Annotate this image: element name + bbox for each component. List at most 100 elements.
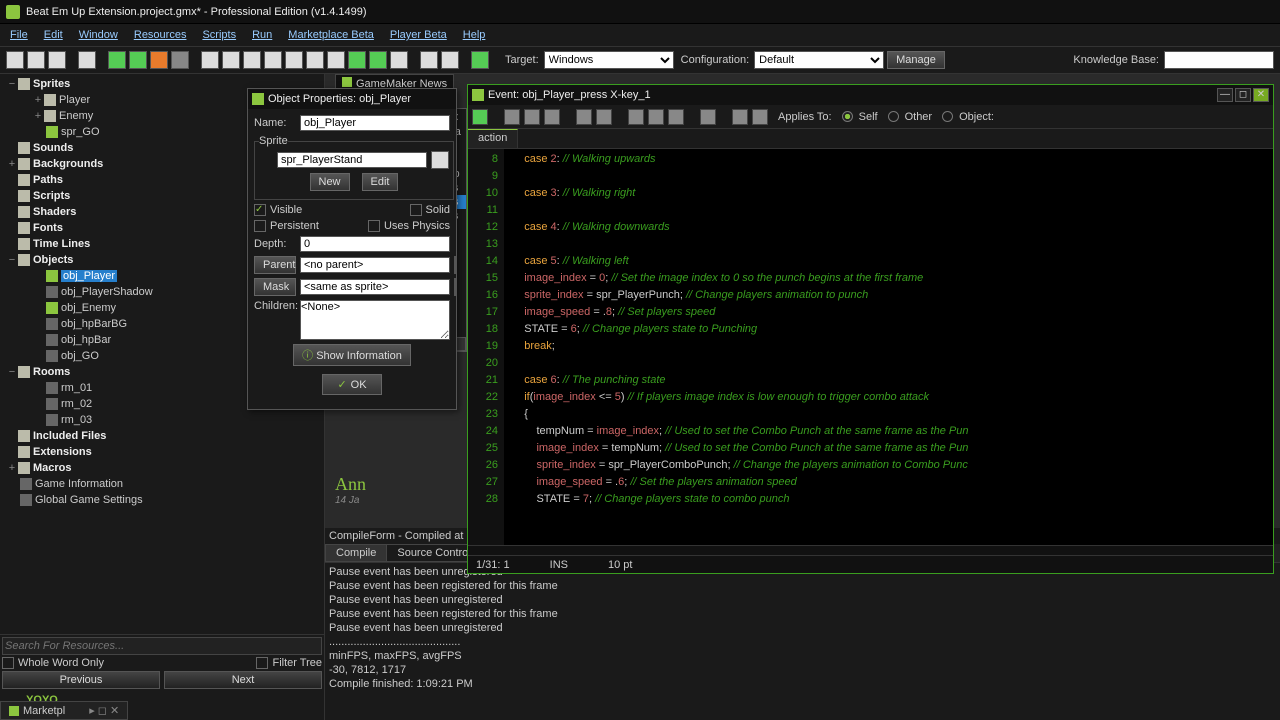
target-select[interactable]: Windows: [544, 51, 674, 69]
physics-check[interactable]: [368, 220, 380, 232]
mask-input[interactable]: [300, 279, 450, 295]
parent-button[interactable]: Parent: [254, 256, 296, 274]
tree-ggs[interactable]: Global Game Settings: [35, 494, 143, 506]
copy-icon[interactable]: [648, 109, 664, 125]
whole-word-check[interactable]: [2, 657, 14, 669]
filter-tree-check[interactable]: [256, 657, 268, 669]
sprite-input[interactable]: [277, 152, 427, 168]
menu-window[interactable]: Window: [73, 27, 124, 43]
export-icon[interactable]: [78, 51, 96, 69]
tree-item[interactable]: rm_01: [61, 382, 92, 394]
tree-item[interactable]: obj_GO: [61, 350, 99, 362]
tb-icon[interactable]: [222, 51, 240, 69]
tree-item[interactable]: obj_hpBarBG: [61, 318, 127, 330]
debug-icon[interactable]: [129, 51, 147, 69]
tree-backgrounds[interactable]: Backgrounds: [33, 158, 103, 170]
tree-item[interactable]: Player: [59, 94, 90, 106]
menu-player[interactable]: Player Beta: [384, 27, 453, 43]
parent-input[interactable]: [300, 257, 450, 273]
save-icon[interactable]: [524, 109, 540, 125]
tree-objects[interactable]: Objects: [33, 254, 73, 266]
tree-included[interactable]: Included Files: [33, 430, 106, 442]
tb-icon[interactable]: [369, 51, 387, 69]
save-icon[interactable]: [48, 51, 66, 69]
mask-button[interactable]: Mask: [254, 278, 296, 296]
menu-resources[interactable]: Resources: [128, 27, 193, 43]
tree-shaders[interactable]: Shaders: [33, 206, 76, 218]
tree-sprites[interactable]: Sprites: [33, 78, 70, 90]
code-text[interactable]: case 2: // Walking upwards case 3: // Wa…: [504, 149, 1273, 545]
tree-macros[interactable]: Macros: [33, 462, 72, 474]
tree-item[interactable]: obj_PlayerShadow: [61, 286, 153, 298]
tab-action[interactable]: action: [468, 129, 518, 148]
code-body[interactable]: 8910111213141516171819202122232425262728…: [468, 149, 1273, 545]
tree-item[interactable]: obj_Enemy: [61, 302, 116, 314]
persistent-check[interactable]: [254, 220, 266, 232]
sprite-browse-icon[interactable]: [431, 151, 449, 169]
solid-check[interactable]: [410, 204, 422, 216]
confirm-icon[interactable]: [472, 109, 488, 125]
tb-icon[interactable]: [243, 51, 261, 69]
compile-log[interactable]: Pause event has been unregistered Pause …: [325, 563, 1280, 693]
tb-icon[interactable]: [348, 51, 366, 69]
snippet-icon[interactable]: [752, 109, 768, 125]
menu-marketplace[interactable]: Marketplace Beta: [282, 27, 380, 43]
config-select[interactable]: Default: [754, 51, 884, 69]
paste-icon[interactable]: [668, 109, 684, 125]
object-properties-window[interactable]: Object Properties: obj_Player Name: Spri…: [247, 88, 457, 410]
tree-gameinfo[interactable]: Game Information: [35, 478, 123, 490]
prev-button[interactable]: Previous: [2, 671, 160, 689]
tree-timelines[interactable]: Time Lines: [33, 238, 90, 250]
children-list[interactable]: <None>: [300, 300, 450, 340]
tree-item[interactable]: spr_GO: [61, 126, 100, 138]
cut-icon[interactable]: [628, 109, 644, 125]
clean-icon[interactable]: [171, 51, 189, 69]
show-info-button[interactable]: ⓘ Show Information: [293, 344, 411, 366]
kb-input[interactable]: [1164, 51, 1274, 69]
tree-item[interactable]: rm_02: [61, 398, 92, 410]
menu-edit[interactable]: Edit: [38, 27, 69, 43]
snippet-icon[interactable]: [732, 109, 748, 125]
tb-icon[interactable]: [264, 51, 282, 69]
print-icon[interactable]: [544, 109, 560, 125]
minimize-icon[interactable]: —: [1217, 88, 1233, 102]
tree-item-selected[interactable]: obj_Player: [61, 270, 117, 282]
parent-browse-icon[interactable]: [454, 256, 456, 274]
radio-object[interactable]: [942, 111, 953, 122]
tb-icon[interactable]: [327, 51, 345, 69]
menu-file[interactable]: File: [4, 27, 34, 43]
tb-icon[interactable]: [285, 51, 303, 69]
tree-item[interactable]: obj_hpBar: [61, 334, 111, 346]
obj-props-title[interactable]: Object Properties: obj_Player: [248, 89, 456, 109]
redo-icon[interactable]: [596, 109, 612, 125]
search-input[interactable]: [2, 637, 322, 655]
undo-icon[interactable]: [576, 109, 592, 125]
new-icon[interactable]: [6, 51, 24, 69]
open-icon[interactable]: [504, 109, 520, 125]
radio-self[interactable]: [842, 111, 853, 122]
tab-compile[interactable]: Compile: [325, 544, 387, 562]
code-title[interactable]: Event: obj_Player_press X-key_1 — ◻ ✕: [468, 85, 1273, 105]
stop-icon[interactable]: [150, 51, 168, 69]
close-icon[interactable]: ✕: [1253, 88, 1269, 102]
ok-button[interactable]: ✓OK: [322, 374, 381, 395]
tree-paths[interactable]: Paths: [33, 174, 63, 186]
name-input[interactable]: [300, 115, 450, 131]
maximize-icon[interactable]: ◻: [1235, 88, 1251, 102]
tb-icon[interactable]: [420, 51, 438, 69]
tb-icon[interactable]: [306, 51, 324, 69]
next-button[interactable]: Next: [164, 671, 322, 689]
tree-extensions[interactable]: Extensions: [33, 446, 92, 458]
tb-icon[interactable]: [441, 51, 459, 69]
tree-item[interactable]: Enemy: [59, 110, 93, 122]
tree-fonts[interactable]: Fonts: [33, 222, 63, 234]
help-icon[interactable]: [471, 51, 489, 69]
menu-run[interactable]: Run: [246, 27, 278, 43]
tree-item[interactable]: rm_03: [61, 414, 92, 426]
new-sprite-button[interactable]: New: [310, 173, 350, 191]
radio-other[interactable]: [888, 111, 899, 122]
marketplace-tab[interactable]: Marketpl ▸ ◻ ✕: [0, 701, 128, 720]
tree-sounds[interactable]: Sounds: [33, 142, 73, 154]
manage-button[interactable]: Manage: [887, 51, 945, 69]
open-icon[interactable]: [27, 51, 45, 69]
